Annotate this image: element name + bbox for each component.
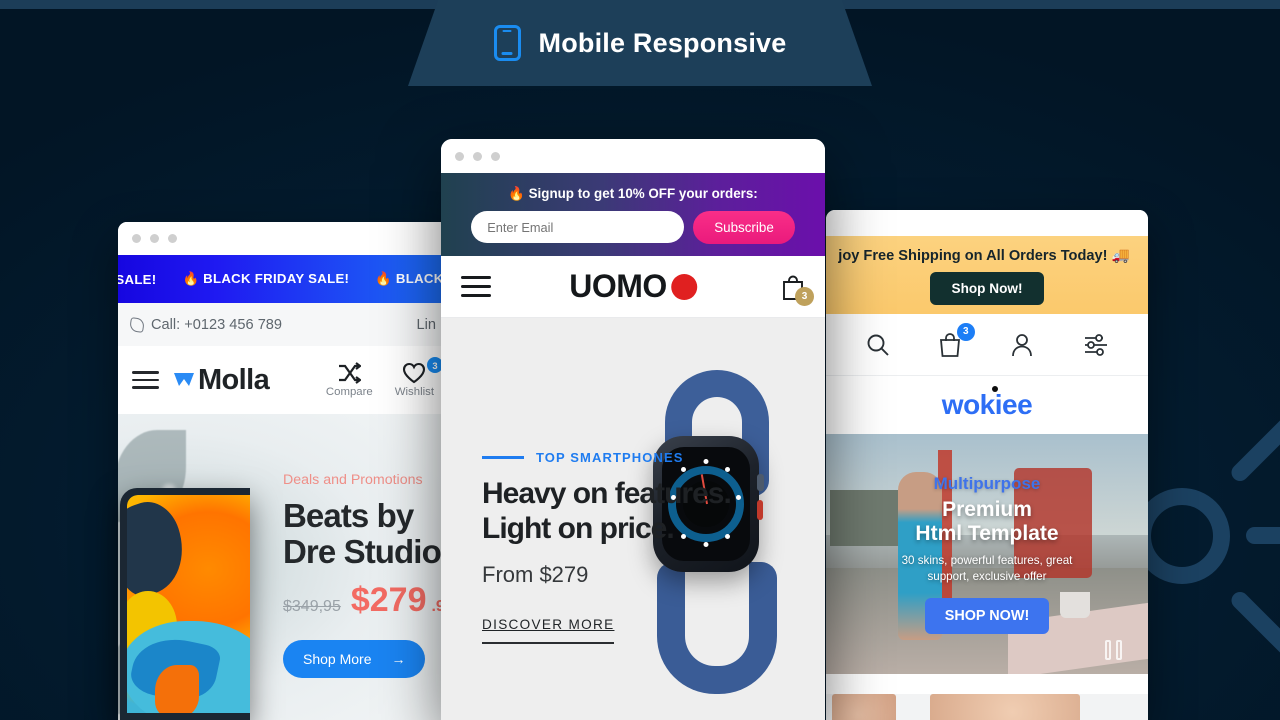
window-chrome-bar (826, 210, 1148, 236)
molla-logo[interactable]: Molla (173, 363, 270, 397)
molla-call-info[interactable]: Call: +0123 456 789 (129, 316, 283, 333)
email-input[interactable] (471, 211, 685, 243)
window-minimize-dot[interactable] (473, 151, 482, 161)
uomo-logo-dot-icon (670, 273, 697, 300)
wokiee-cart-badge: 3 (956, 322, 975, 341)
molla-old-price: $349,95 (283, 598, 341, 616)
sun-brightness-icon (1134, 411, 1280, 662)
wokiee-hero-subtitle-line1: 30 skins, powerful features, great (901, 554, 1073, 568)
wokiee-hero-banner: Multipurpose Premium Html Template 30 sk… (826, 434, 1148, 674)
window-minimize-dot[interactable] (150, 234, 159, 243)
uomo-logo[interactable]: UOMO (569, 268, 697, 305)
molla-actions: Compare 3 Wishlist (326, 357, 443, 398)
wokiee-hero-title-line2: Html Template (915, 521, 1059, 545)
browser-window-wokiee[interactable]: joy Free Shipping on All Orders Today! 🚚… (826, 210, 1148, 720)
product-thumbnail[interactable] (930, 694, 1080, 720)
molla-hero-title-line2: Dre Studio (283, 532, 442, 570)
wokiee-product-strip (826, 674, 1148, 720)
eyebrow-rule (482, 456, 524, 459)
window-close-dot[interactable] (455, 151, 464, 161)
uomo-header: UOMO 3 (441, 256, 825, 318)
uomo-hero-headline-line2: Light on price. (482, 511, 675, 545)
molla-wishlist-label: Wishlist (394, 386, 434, 398)
wokiee-icon-bar: 3 (826, 314, 1148, 376)
window-close-dot[interactable] (132, 234, 141, 243)
uomo-discover-more-link[interactable]: DISCOVER MORE (482, 617, 615, 644)
wokiee-hero-cta-button[interactable]: SHOP NOW! (924, 597, 1050, 634)
window-chrome-bar (441, 139, 825, 173)
molla-hero-eyebrow: Deals and Promotions (283, 472, 423, 488)
wokiee-hero-subtitle-line2: support, exclusive offer (927, 569, 1047, 583)
molla-menu-icon[interactable] (132, 371, 159, 389)
user-account-icon[interactable] (1010, 332, 1036, 358)
molla-shop-more-button[interactable]: Shop More → (283, 640, 426, 679)
molla-sale-ticker: FRIDAY SALE! 🔥 BLACK FRIDAY SALE! 🔥 BLAC… (118, 255, 448, 303)
uomo-hero-banner: TOP SMARTPHONES Heavy on features. Light… (441, 318, 825, 720)
molla-logo-mark-icon (173, 369, 195, 391)
phone-handset-icon (129, 316, 145, 333)
compare-icon (339, 362, 362, 384)
wokiee-hero-title-line1: Premium (942, 498, 1032, 522)
uomo-signup-text: 🔥 Signup to get 10% OFF your orders: (508, 185, 758, 201)
cart-bag-icon[interactable]: 3 (938, 322, 975, 358)
uomo-hero-headline-line1: Heavy on features. (482, 477, 732, 510)
uomo-signup-form: Subscribe (471, 210, 795, 244)
wokiee-logo-row: wokiee (826, 376, 1148, 434)
mobile-phone-icon (493, 25, 521, 61)
wishlist-heart-icon (403, 362, 426, 384)
window-maximize-dot[interactable] (168, 234, 177, 243)
molla-topbar: Call: +0123 456 789 Lin (118, 303, 448, 346)
molla-compare-label: Compare (325, 386, 373, 398)
molla-shop-more-label: Shop More (303, 651, 372, 668)
uomo-cart-button[interactable]: 3 (781, 274, 814, 306)
subscribe-button[interactable]: Subscribe (693, 210, 795, 244)
top-banner: Mobile Responsive (408, 0, 872, 86)
uomo-signup-bar: 🔥 Signup to get 10% OFF your orders: Sub… (441, 173, 825, 256)
uomo-cart-badge: 3 (795, 286, 814, 306)
molla-new-price: $279 (350, 581, 427, 620)
wokiee-hero-eyebrow: Multipurpose (933, 474, 1041, 494)
molla-price-row: $349,95 $279 .99 (283, 581, 448, 620)
molla-topbar-link[interactable]: Lin (417, 317, 436, 333)
ticker-item: 🔥 BLACK FRIDAY SALE! (182, 271, 350, 286)
uomo-hero-eyebrow: TOP SMARTPHONES (536, 450, 684, 465)
molla-logo-text: Molla (198, 363, 270, 396)
browser-window-uomo[interactable]: 🔥 Signup to get 10% OFF your orders: Sub… (441, 139, 825, 720)
ticker-item: 🔥 BLACK FRIDAY SALE! (375, 271, 448, 286)
uomo-hero-copy: TOP SMARTPHONES Heavy on features. Light… (482, 450, 822, 644)
search-icon[interactable] (865, 332, 891, 358)
wokiee-promo-text: joy Free Shipping on All Orders Today! 🚚 (838, 247, 1130, 264)
molla-header: Molla Compare 3 Wishlist (118, 346, 448, 414)
molla-call-text: Call: +0123 456 789 (151, 316, 283, 333)
molla-hero-text: Deals and Promotions Beats by Dre Studio… (283, 472, 448, 679)
window-maximize-dot[interactable] (491, 151, 500, 161)
carousel-pause-icon[interactable] (1105, 640, 1122, 660)
uomo-logo-text: UOMO (569, 268, 667, 304)
uomo-hero-eyebrow-row: TOP SMARTPHONES (482, 450, 822, 465)
tablet-device-mockup (120, 488, 250, 720)
molla-wishlist-button[interactable]: 3 Wishlist (394, 357, 443, 398)
molla-hero-title-line1: Beats by (283, 497, 414, 534)
top-banner-title: Mobile Responsive (538, 27, 787, 58)
window-chrome-bar (118, 222, 448, 255)
uomo-hero-price: From $279 (482, 561, 589, 587)
wokiee-shop-now-button[interactable]: Shop Now! (929, 271, 1045, 305)
product-thumbnail[interactable] (832, 694, 896, 720)
wokiee-logo-text: wokiee (941, 389, 1033, 420)
tablet-screen (127, 495, 250, 713)
uomo-menu-icon[interactable] (461, 276, 491, 297)
wokiee-logo[interactable]: wokiee (941, 386, 1033, 421)
wokiee-hero-text: Multipurpose Premium Html Template 30 sk… (826, 434, 1148, 674)
arrow-right-icon: → (391, 651, 406, 668)
wokiee-promo-bar: joy Free Shipping on All Orders Today! 🚚… (826, 236, 1148, 314)
molla-compare-button[interactable]: Compare (326, 362, 373, 398)
ticker-item: FRIDAY SALE! (118, 271, 157, 287)
settings-sliders-icon[interactable] (1083, 332, 1109, 358)
